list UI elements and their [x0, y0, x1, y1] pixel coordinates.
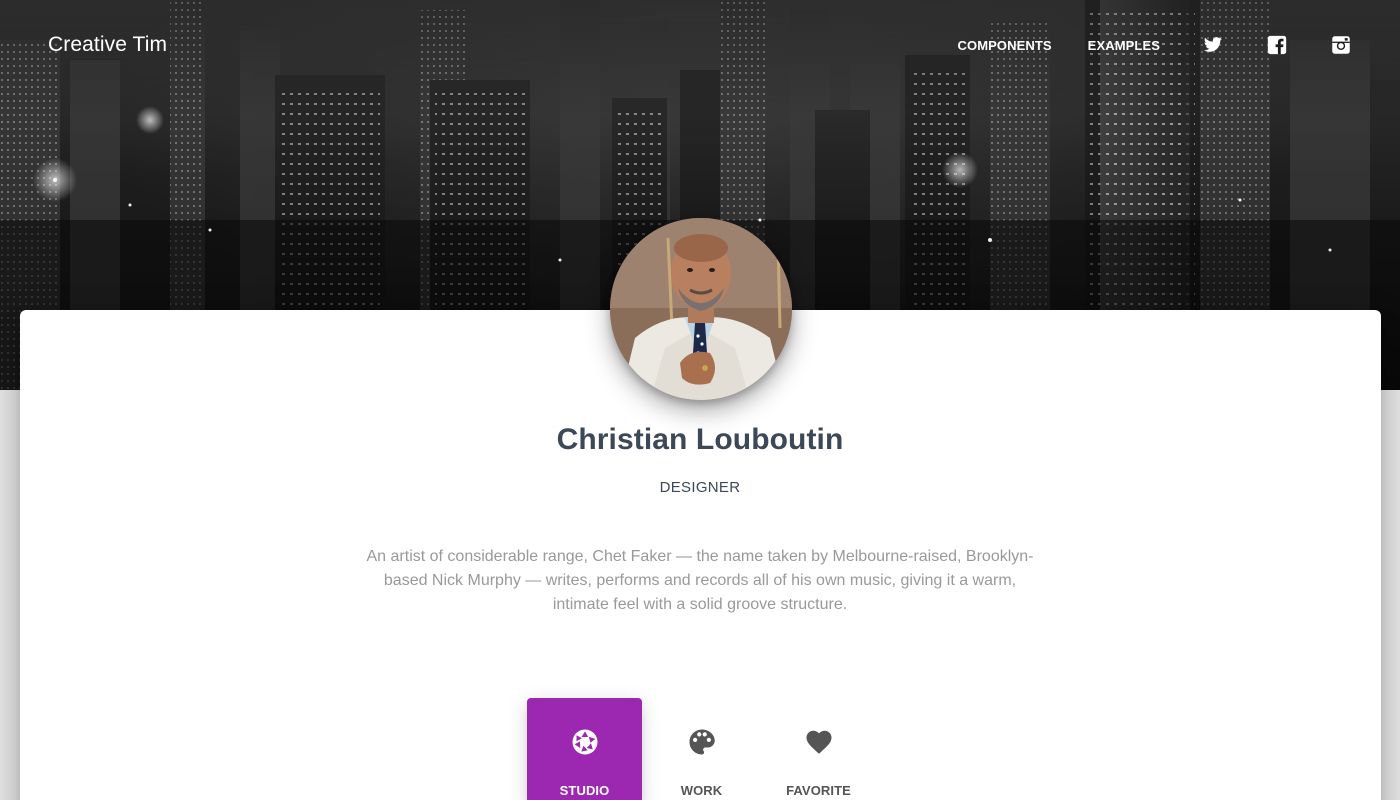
navbar-right: COMPONENTS EXAMPLES: [958, 34, 1353, 56]
instagram-link[interactable]: [1330, 34, 1352, 56]
nav-link-components[interactable]: COMPONENTS: [958, 38, 1052, 53]
tab-studio-label: STUDIO: [559, 783, 610, 798]
heart-icon: [803, 726, 835, 758]
profile-tabs: STUDIO WORK FAVORITE: [527, 698, 878, 800]
top-navbar: Creative Tim COMPONENTS EXAMPLES: [0, 0, 1400, 90]
tab-work-label: WORK: [680, 783, 723, 798]
palette-icon: [686, 726, 718, 758]
facebook-link[interactable]: [1266, 34, 1288, 56]
tab-studio[interactable]: STUDIO: [527, 698, 642, 800]
brand-logo-link[interactable]: Creative Tim: [48, 33, 167, 57]
profile-role: DESIGNER: [659, 479, 741, 496]
twitter-icon: [1203, 37, 1223, 52]
tab-favorite-label: FAVORITE: [786, 783, 851, 798]
profile-name: Christian Louboutin: [556, 423, 844, 456]
twitter-link[interactable]: [1202, 34, 1224, 56]
profile-bio: An artist of considerable range, Chet Fa…: [366, 548, 1034, 613]
profile-photo: [610, 218, 792, 400]
instagram-icon: [1332, 36, 1350, 54]
camera-aperture-icon: [569, 726, 601, 758]
tab-favorite[interactable]: FAVORITE: [761, 698, 876, 800]
profile-avatar: [610, 218, 792, 400]
tab-work[interactable]: WORK: [644, 698, 759, 800]
facebook-icon: [1267, 35, 1287, 55]
nav-link-examples[interactable]: EXAMPLES: [1088, 38, 1160, 53]
